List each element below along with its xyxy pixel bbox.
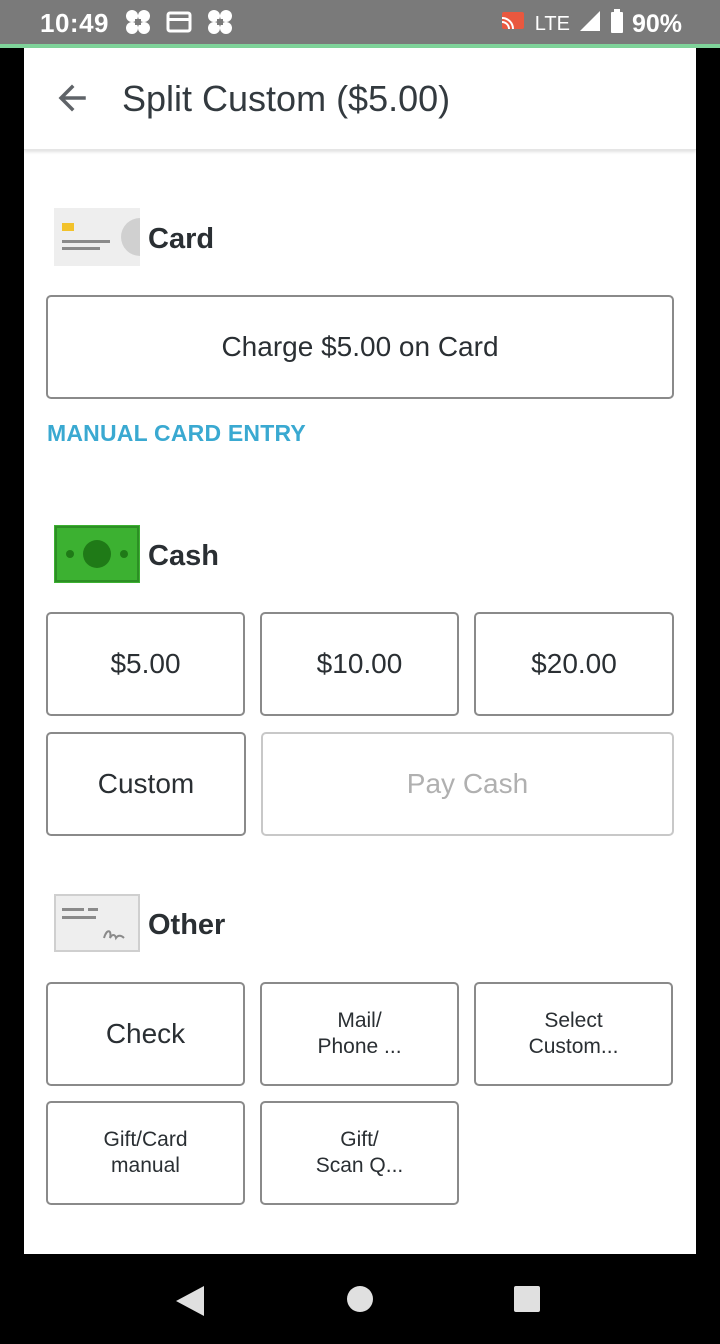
select-custom-button[interactable]: Select Custom... [474,982,673,1086]
cash-amount-5-button[interactable]: $5.00 [46,612,245,716]
circle-home-icon [347,1286,373,1312]
cash-amount-20-button[interactable]: $20.00 [474,612,674,716]
cash-bill-icon [54,525,140,588]
manual-card-entry-link[interactable]: MANUAL CARD ENTRY [47,420,306,447]
navigation-bar [0,1254,720,1344]
check-button[interactable]: Check [46,982,245,1086]
gift-scan-button[interactable]: Gift/ Scan Q... [260,1101,459,1205]
pay-cash-button[interactable]: Pay Cash [261,732,674,836]
other-section-header: Other [54,894,225,957]
square-recents-icon [514,1286,540,1312]
nav-home-button[interactable] [345,1284,375,1314]
triangle-back-icon [176,1286,204,1316]
custom-cash-button[interactable]: Custom [46,732,246,836]
mail-phone-button[interactable]: Mail/ Phone ... [260,982,459,1086]
app-notification-icon [124,9,152,40]
card-notification-icon [166,11,192,38]
status-time: 10:49 [40,8,109,38]
cast-icon [499,10,527,38]
battery-percent: 90% [631,9,682,38]
check-signature-icon [54,894,140,957]
app-notification-icon-2 [206,9,234,40]
page-title: Split Custom ($5.00) [122,78,451,119]
battery-icon [610,9,624,39]
back-button[interactable] [50,76,94,120]
signal-icon [578,9,602,39]
gift-card-manual-button[interactable]: Gift/Card manual [46,1101,245,1205]
network-type: LTE [534,12,570,35]
other-section-label: Other [148,909,226,941]
card-section-label: Card [148,223,215,255]
cash-section-header: Cash [54,525,219,588]
back-arrow-icon [58,84,86,112]
app-screen: Split Custom ($5.00) Card Charge $5.00 o… [24,48,696,1254]
status-bar: 10:49 LTE 90% [0,0,720,48]
app-bar: Split Custom ($5.00) [24,48,696,150]
nav-recents-button[interactable] [512,1284,542,1314]
charge-card-button[interactable]: Charge $5.00 on Card [46,295,674,399]
cash-amount-10-button[interactable]: $10.00 [260,612,459,716]
nav-back-button[interactable] [172,1284,208,1318]
card-section-header: Card [54,208,214,271]
credit-card-icon [54,208,140,271]
cash-section-label: Cash [148,540,219,572]
